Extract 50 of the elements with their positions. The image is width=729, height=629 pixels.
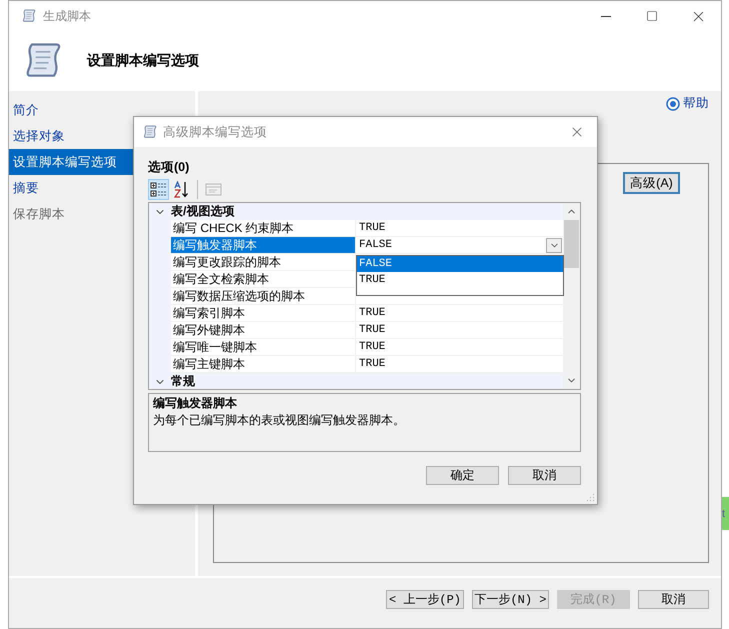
dialog-button[interactable]: 取消 [508, 466, 581, 485]
property-value: TRUE [359, 358, 386, 370]
dialog-title: 高级脚本编写选项 [163, 124, 267, 140]
dialog-button[interactable]: 确定 [426, 466, 499, 485]
property-name[interactable]: 编写更改跟踪的脚本 [171, 254, 356, 271]
resize-grip-icon[interactable] [586, 493, 595, 502]
value-cell[interactable]: FALSE [356, 237, 563, 254]
wizard-button[interactable]: 取消 [638, 590, 709, 608]
scroll-icon [142, 124, 158, 140]
categorized-view-icon [150, 180, 167, 198]
dropdown-button[interactable] [546, 238, 562, 252]
options-label: 选项(0) [148, 159, 190, 176]
property-name[interactable]: 编写主键脚本 [171, 356, 356, 373]
property-value: TRUE [359, 307, 386, 319]
toolbar-button[interactable] [148, 178, 169, 200]
property-name[interactable]: 编写全文检索脚本 [171, 271, 356, 288]
page-heading: 设置脚本编写选项 [87, 52, 199, 70]
value-cell[interactable]: TRUE [356, 339, 563, 356]
scrollbar[interactable] [563, 203, 580, 389]
property-pages-icon [205, 182, 222, 196]
property-name[interactable]: 编写索引脚本 [171, 305, 356, 322]
property-name[interactable]: 编写数据压缩选项的脚本 [171, 288, 356, 305]
property-name[interactable]: 编写唯一键脚本 [171, 339, 356, 356]
maximize-icon [646, 10, 658, 22]
property-value: TRUE [359, 324, 386, 336]
property-value: FALSE [359, 239, 392, 251]
value-cell[interactable]: TRUE [356, 356, 563, 373]
help-link[interactable]: 帮助 [683, 95, 709, 112]
property-value: TRUE [359, 222, 386, 234]
property-name[interactable]: 编写 CHECK 约束脚本 [171, 220, 356, 237]
advanced-button[interactable]: 高级(A) [623, 172, 680, 194]
description-text: 为每个已编写脚本的表或视图编写触发器脚本。 [153, 412, 406, 429]
window-title: 生成脚本 [43, 8, 91, 24]
property-name[interactable]: 编写外键脚本 [171, 322, 356, 339]
value-cell[interactable]: TRUE [356, 305, 563, 322]
sort-az-icon [173, 180, 190, 198]
wizard-button[interactable]: < 上一步(P) [386, 590, 464, 608]
scroll-thumb[interactable] [564, 220, 579, 268]
scroll-icon [21, 8, 37, 24]
wizard-button[interactable]: 下一步(N) > [472, 590, 549, 608]
dropdown-option[interactable]: FALSE [357, 256, 563, 272]
sidebar-item[interactable]: 简介 [9, 97, 198, 123]
help-icon [666, 96, 680, 110]
category-label: 表/视图选项 [171, 203, 234, 220]
description-title: 编写触发器脚本 [153, 395, 238, 412]
value-cell[interactable]: TRUE [356, 220, 563, 237]
property-name[interactable]: 编写触发器脚本 [171, 237, 356, 254]
value-cell[interactable]: TRUE [356, 322, 563, 339]
property-value: TRUE [359, 341, 386, 353]
category-label: 常规 [171, 373, 195, 389]
